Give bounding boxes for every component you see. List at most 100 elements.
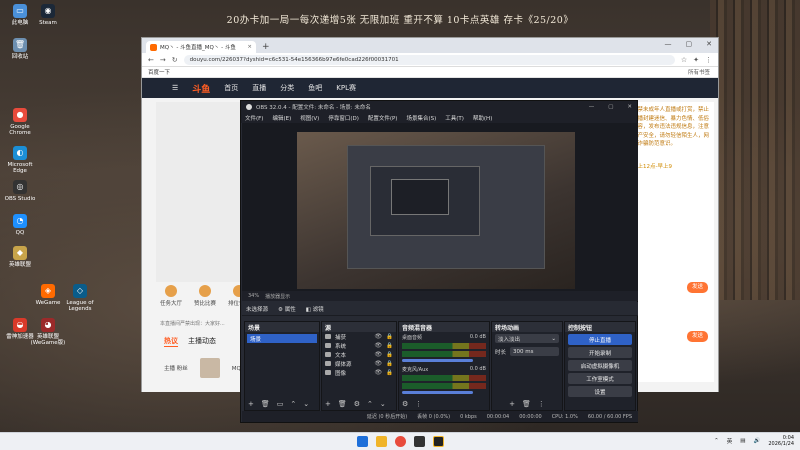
menu-scene-collection[interactable]: 场景集合(S) (406, 114, 436, 122)
tool-task-hall[interactable]: 任务大厅 (160, 285, 182, 307)
settings-button[interactable]: 设置 (568, 386, 632, 397)
network-icon[interactable]: ▤ (740, 438, 745, 444)
stop-streaming-button[interactable]: 停止直播 (568, 334, 632, 345)
desktop-icon[interactable]: ◉ Steam (30, 4, 66, 26)
move-up-icon[interactable]: ⌃ (367, 400, 373, 408)
move-up-icon[interactable]: ⌃ (290, 400, 296, 408)
baidu-bookmark[interactable]: 百度一下 (148, 68, 170, 76)
send-button-2[interactable]: 发送 (686, 331, 708, 342)
move-down-icon[interactable]: ⌄ (303, 400, 309, 408)
forward-icon[interactable]: → (160, 56, 166, 64)
avatar[interactable] (199, 358, 220, 378)
menu-edit[interactable]: 编辑(E) (272, 114, 291, 122)
mixer-settings-icon[interactable]: ⚙ (402, 400, 408, 408)
send-button[interactable]: 发送 (686, 282, 708, 293)
menu-profile[interactable]: 配置文件(P) (368, 114, 398, 122)
menu-help[interactable]: 帮助(H) (473, 114, 492, 122)
new-tab-button[interactable]: + (262, 41, 270, 53)
reload-icon[interactable]: ↻ (172, 56, 178, 64)
start-windows-icon[interactable] (356, 436, 368, 447)
app-taskbar-icon[interactable] (432, 436, 444, 447)
add-transition-icon[interactable]: + (509, 400, 515, 408)
close-tab-icon[interactable]: × (247, 44, 252, 50)
visibility-eye-icon[interactable]: 👁 (375, 342, 383, 349)
studio-mode-button[interactable]: 工作室模式 (568, 373, 632, 384)
remove-source-icon[interactable]: 🗑 (338, 400, 347, 408)
menu-view[interactable]: 视图(V) (300, 114, 319, 122)
nav-kpl[interactable]: KPL赛 (336, 83, 356, 93)
lock-icon[interactable]: 🔒 (386, 370, 393, 376)
add-scene-icon[interactable]: + (248, 400, 254, 408)
obs-minimize-icon[interactable]: — (589, 104, 595, 110)
speaker-icon[interactable]: 🔊 (754, 438, 761, 444)
remove-scene-icon[interactable]: 🗑 (261, 400, 270, 408)
desktop-icon[interactable]: ◆ 英雄联盟 (2, 246, 38, 268)
volume-fader[interactable] (402, 391, 474, 394)
source-item[interactable]: 系统 👁 🔒 (322, 341, 396, 350)
nav-live[interactable]: 直播 (252, 83, 266, 93)
lock-icon[interactable]: 🔒 (386, 343, 393, 349)
menu-tools[interactable]: 工具(T) (445, 114, 464, 122)
all-bookmarks-button[interactable]: 所有书签 (688, 68, 710, 76)
chrome-taskbar-icon[interactable] (394, 436, 406, 447)
desktop-icon[interactable]: ◎ OBS Studio (2, 180, 38, 202)
file-explorer-icon[interactable] (375, 436, 387, 447)
menu-hamburger-icon[interactable]: ☰ (172, 84, 178, 92)
source-item[interactable]: 图像 👁 🔒 (322, 368, 396, 377)
nav-yuba[interactable]: 鱼吧 (308, 83, 322, 93)
source-item[interactable]: 媒体源 👁 🔒 (322, 359, 396, 368)
nav-home[interactable]: 首页 (224, 83, 238, 93)
close-icon[interactable]: ✕ (706, 40, 712, 48)
desktop-icon[interactable]: ◐ Microsoft Edge (2, 146, 38, 174)
nav-category[interactable]: 分类 (280, 83, 294, 93)
zoom-level[interactable]: 34% (248, 293, 259, 299)
desktop-icon[interactable]: ◕ 英雄联盟(WeGame版) (30, 318, 66, 346)
mixer-menu-icon[interactable]: ⋮ (415, 400, 422, 408)
maximize-icon[interactable]: ▢ (686, 40, 693, 48)
duration-input[interactable]: 300 ms (510, 347, 559, 356)
visibility-eye-icon[interactable]: 👁 (375, 360, 383, 367)
add-source-icon[interactable]: + (325, 400, 331, 408)
scene-filter-icon[interactable]: ▭ (277, 400, 284, 408)
obs-maximize-icon[interactable]: ▢ (608, 104, 613, 110)
zoom-label[interactable]: 播放器显示 (265, 293, 290, 300)
chevron-up-icon[interactable]: ⌃ (714, 438, 719, 444)
source-settings-icon[interactable]: ⚙ (354, 400, 360, 408)
scene-item[interactable]: 场景 (247, 334, 317, 343)
desktop-icon[interactable]: ● Google Chrome (2, 108, 38, 136)
transition-menu-icon[interactable]: ⋮ (538, 400, 545, 408)
tab-hot[interactable]: 热议 (164, 336, 178, 347)
clock[interactable]: 0:04 2026/1/24 (768, 435, 794, 447)
visibility-eye-icon[interactable]: 👁 (375, 351, 383, 358)
desktop-icon[interactable]: ◔ QQ (2, 214, 38, 236)
obs-close-icon[interactable]: ✕ (627, 104, 632, 110)
remove-transition-icon[interactable]: 🗑 (522, 400, 531, 408)
obs-taskbar-icon[interactable] (413, 436, 425, 447)
transition-type-select[interactable]: 淡入淡出 ⌄ (495, 334, 559, 343)
filters-button[interactable]: ◧ 滤镜 (306, 305, 324, 313)
back-icon[interactable]: ← (148, 56, 154, 64)
source-item[interactable]: 文本 👁 🔒 (322, 350, 396, 359)
tab-anchor-dynamics[interactable]: 主播动态 (188, 336, 216, 347)
browser-tab[interactable]: MQ丶 - 斗鱼直播_MQ丶 - 斗鱼 × (146, 41, 256, 53)
tool-match[interactable]: 赞比比赛 (194, 285, 216, 307)
input-language[interactable]: 英 (727, 437, 733, 445)
douyu-logo[interactable]: 斗鱼 (192, 82, 210, 95)
lock-icon[interactable]: 🔒 (386, 361, 393, 367)
lock-icon[interactable]: 🔒 (386, 334, 393, 340)
properties-button[interactable]: ⚙ 属性 (278, 305, 296, 313)
desktop-icon[interactable]: 🗑 回收站 (2, 38, 38, 60)
url-input[interactable]: douyu.com/226037?dyshid=c6c531-54e156366… (183, 54, 675, 65)
lock-icon[interactable]: 🔒 (386, 352, 393, 358)
start-recording-button[interactable]: 开始录制 (568, 347, 632, 358)
desktop-icon[interactable]: ◈ WeGame (30, 284, 66, 306)
source-item[interactable]: 捕获 👁 🔒 (322, 332, 396, 341)
star-icon[interactable]: ☆ (681, 56, 687, 64)
volume-fader[interactable] (402, 359, 474, 362)
start-virtual-camera-button[interactable]: 启动虚拟摄像机 (568, 360, 632, 371)
obs-preview[interactable] (242, 123, 638, 291)
minimize-icon[interactable]: — (665, 40, 672, 48)
menu-file[interactable]: 文件(F) (245, 114, 263, 122)
menu-icon[interactable]: ⋮ (705, 56, 712, 64)
visibility-eye-icon[interactable]: 👁 (375, 369, 383, 376)
